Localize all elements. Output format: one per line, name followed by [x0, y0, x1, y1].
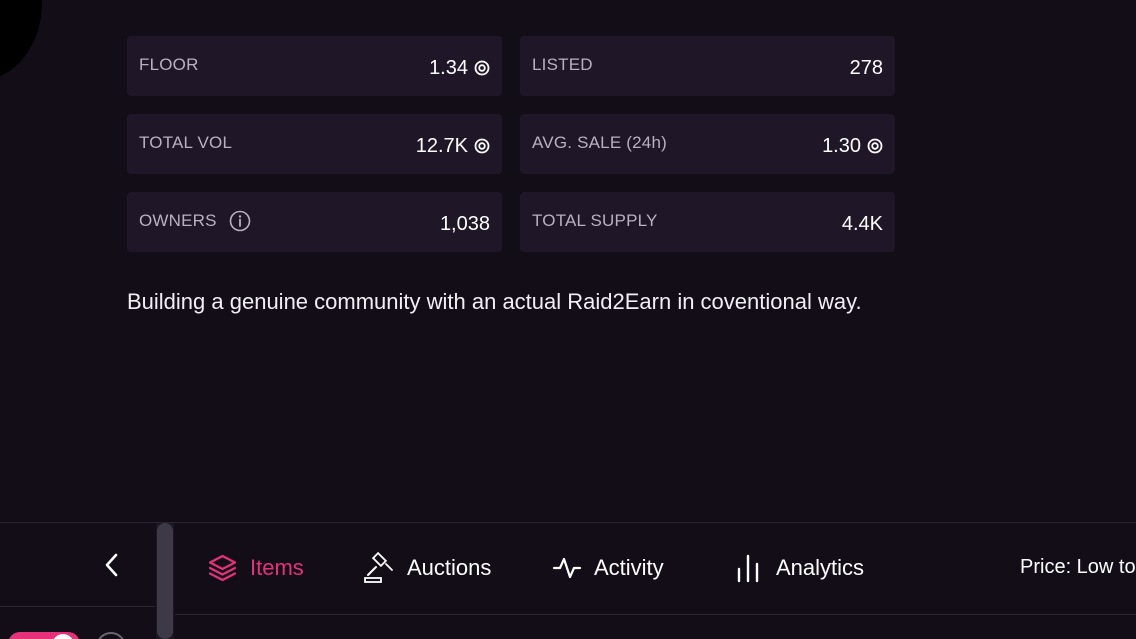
stat-value-text: 1.34	[429, 56, 468, 79]
stat-value-text: 1,038	[439, 212, 490, 235]
collapse-sidebar-button[interactable]	[96, 548, 128, 582]
info-icon[interactable]	[229, 210, 251, 232]
stat-label: AVG. SALE (24h)	[532, 133, 667, 153]
collection-description: Building a genuine community with an act…	[127, 289, 862, 314]
tab-label: Analytics	[776, 555, 865, 580]
tabs-divider-bottom	[175, 614, 1136, 615]
stat-label: TOTAL SUPPLY	[532, 211, 658, 231]
collection-page: FLOOR 1.34 LISTED 278 TOTAL VOL 12.7K AV…	[0, 0, 1136, 639]
tab-auctions[interactable]: Auctions	[363, 549, 491, 587]
stat-value-text: 4.4K	[841, 212, 883, 235]
sidebar-divider	[0, 606, 155, 607]
stat-card-listed: LISTED 278	[520, 36, 895, 96]
bar-chart-icon	[737, 554, 759, 583]
tab-items[interactable]: Items	[207, 549, 304, 587]
sidebar-scrollbar-thumb[interactable]	[157, 523, 173, 639]
stat-label: TOTAL VOL	[139, 133, 232, 153]
stat-label: LISTED	[532, 55, 593, 75]
stat-label-text: TOTAL SUPPLY	[532, 210, 658, 230]
stat-value-text: 278	[849, 56, 883, 79]
chevron-left-icon	[105, 553, 118, 577]
tab-label: Activity	[594, 555, 664, 580]
stat-label-text: FLOOR	[139, 54, 199, 74]
stat-label-text: LISTED	[532, 54, 593, 74]
stat-label: FLOOR	[139, 55, 199, 75]
stat-label-text: OWNERS	[139, 210, 217, 230]
sort-dropdown[interactable]: Price: Low to	[1020, 556, 1136, 579]
tab-label: Items	[250, 555, 304, 580]
stat-card-floor: FLOOR 1.34	[127, 36, 502, 96]
stat-card-total-vol: TOTAL VOL 12.7K	[127, 114, 502, 174]
sol-coin-icon	[867, 138, 883, 154]
stat-value: 1.30	[822, 135, 883, 158]
sol-coin-icon	[474, 138, 490, 154]
stat-value: 1.34	[429, 57, 490, 80]
stat-value: 278	[850, 57, 883, 80]
stat-value-text: 1.30	[822, 134, 861, 157]
gavel-icon	[364, 552, 393, 583]
stat-value: 1,038	[440, 213, 490, 236]
activity-icon	[552, 557, 582, 579]
stats-grid: FLOOR 1.34 LISTED 278 TOTAL VOL 12.7K AV…	[127, 36, 895, 252]
refresh-button[interactable]	[96, 632, 126, 639]
stat-value: 12.7K	[416, 135, 490, 158]
stat-label-text: TOTAL VOL	[139, 132, 233, 152]
sol-coin-icon	[474, 60, 490, 76]
collection-avatar-edge	[0, 0, 42, 80]
stat-value: 4.4K	[842, 213, 883, 236]
stat-label: OWNERS	[139, 210, 251, 232]
stat-value-text: 12.7K	[415, 134, 468, 157]
stat-card-owners: OWNERS 1,038	[127, 192, 502, 252]
stat-label-text: AVG. SALE (24h)	[532, 132, 667, 152]
stat-card-avg-sale: AVG. SALE (24h) 1.30	[520, 114, 895, 174]
stat-card-total-supply: TOTAL SUPPLY 4.4K	[520, 192, 895, 252]
tab-analytics[interactable]: Analytics	[734, 549, 864, 587]
tab-activity[interactable]: Activity	[552, 549, 664, 587]
layers-icon	[208, 554, 237, 582]
tab-label: Auctions	[407, 555, 492, 580]
